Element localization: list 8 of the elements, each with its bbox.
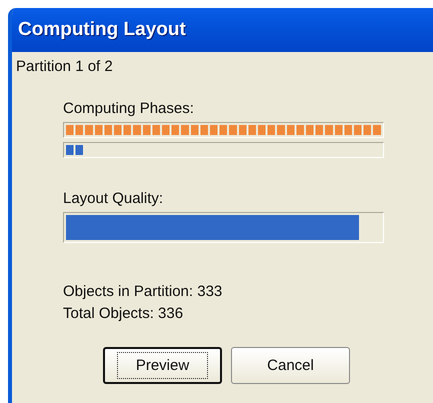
preview-button[interactable]: Preview [103,347,222,384]
progress-label: Computing Phases: [63,100,195,117]
cancel-button[interactable]: Cancel [231,347,350,384]
progress-label: Layout Quality: [63,190,164,207]
window-title: Computing Layout [18,19,186,41]
partition-label: Partition 1 of 2 [15,58,114,75]
stat-text: Objects in Partition: 333 [63,283,224,300]
stat-text: Total Objects: 336 [63,305,184,322]
